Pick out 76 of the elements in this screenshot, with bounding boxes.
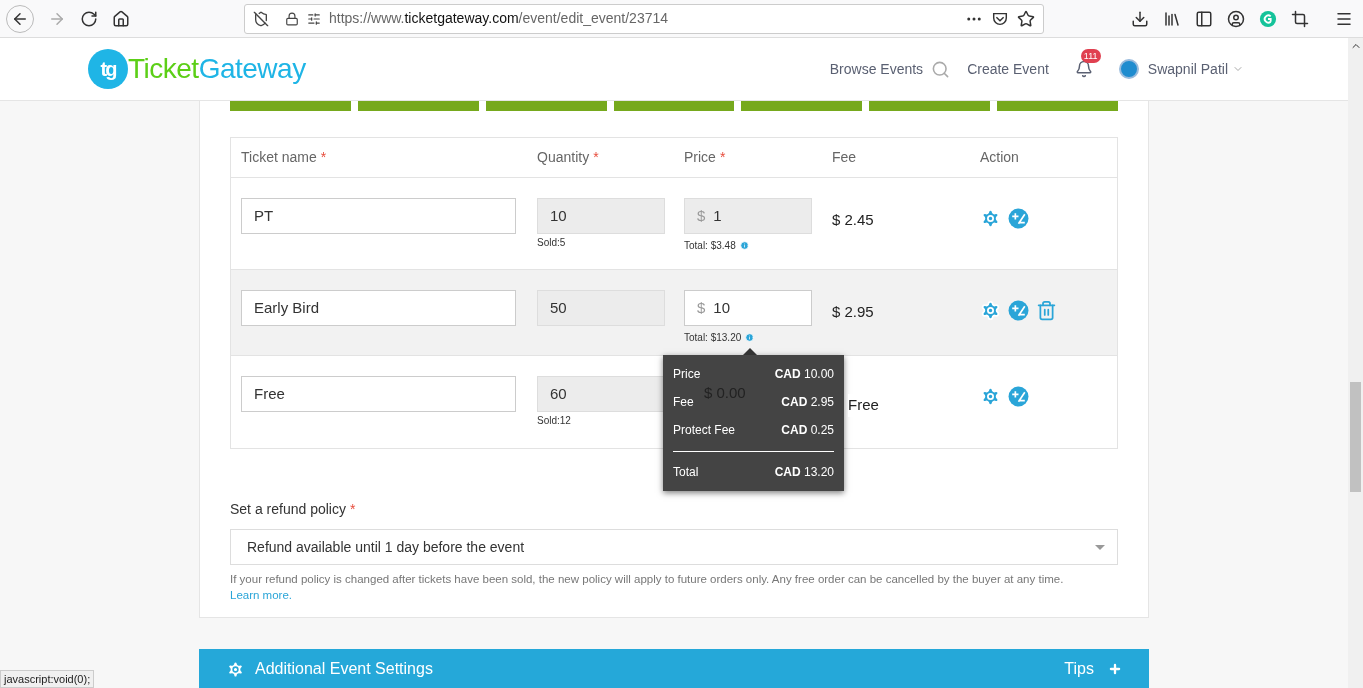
settings-icon[interactable] [980, 386, 1001, 407]
address-bar[interactable]: https://www.ticketgateway.com/event/edit_event/23714 [244, 3, 1044, 34]
account-icon[interactable] [1227, 9, 1245, 28]
required-asterisk: * [719, 149, 726, 165]
notification-badge: 111 [1080, 49, 1101, 63]
sold-count: Sold:12 [537, 414, 572, 428]
logo-mark: tg [88, 49, 128, 89]
breakdown-amount: CAD 13.20 [774, 464, 834, 481]
nav-link[interactable]: Browse Events [829, 58, 924, 80]
breakdown-label: Fee [673, 394, 694, 411]
breakdown-amount: CAD 2.95 [781, 394, 834, 411]
status-bar: javascript:void(0); [0, 670, 95, 688]
column-header: Quantity [537, 149, 590, 165]
dropdown-caret-icon [1095, 544, 1105, 550]
star-icon[interactable] [1017, 9, 1035, 28]
required-asterisk: * [349, 501, 356, 517]
settings-icon [226, 659, 245, 679]
required-asterisk: * [593, 149, 599, 165]
quantity-field[interactable]: 60 [537, 376, 665, 412]
price-value: 10 [713, 297, 731, 318]
settings-bar-title: Additional Event Settings [255, 659, 434, 679]
user-avatar[interactable] [1118, 59, 1139, 79]
settings-icon[interactable] [980, 300, 1001, 321]
home-icon[interactable] [112, 9, 130, 28]
column-header: Price [684, 149, 716, 165]
permissions-icon[interactable] [307, 11, 321, 26]
tips-label: Tips [1064, 659, 1094, 679]
info-icon[interactable] [745, 333, 755, 342]
ticket-name-field[interactable]: Early Bird [241, 290, 516, 326]
nav-link[interactable]: Create Event [967, 58, 1049, 80]
plus-minus-icon[interactable] [1008, 386, 1029, 407]
sidebar-icon[interactable] [1195, 9, 1213, 28]
breakdown-label: Price [673, 366, 701, 383]
required-asterisk: * [320, 149, 327, 165]
sold-count: Sold:5 [537, 236, 567, 250]
reload-icon[interactable] [80, 9, 98, 28]
fee-amount: $ 2.95 [832, 303, 874, 320]
settings-icon[interactable] [980, 208, 1001, 229]
breakdown-amount: CAD 10.00 [774, 366, 834, 383]
tooltip-arrow-icon [743, 348, 757, 355]
plus-icon [1108, 662, 1122, 676]
library-icon[interactable] [1163, 9, 1181, 28]
lock-icon [285, 11, 299, 26]
scrollbar-thumb[interactable] [1350, 382, 1361, 492]
quantity-field[interactable]: 10 [537, 198, 665, 234]
crop-icon[interactable] [1291, 9, 1309, 28]
currency-symbol: $ [697, 297, 706, 318]
column-header: Fee [832, 149, 857, 165]
price-field[interactable]: $ 10 [684, 290, 812, 326]
fee-amount: $ 2.45 [832, 211, 874, 228]
notification-bell-icon[interactable] [1074, 60, 1093, 78]
quantity-field[interactable]: 50 [537, 290, 665, 326]
column-header: Action [980, 149, 1019, 165]
user-menu[interactable]: Swapnil Patil [1147, 58, 1244, 80]
total-price: Total: $13.20 [684, 331, 742, 345]
breakdown-label: Protect Fee [673, 422, 736, 439]
download-icon[interactable] [1131, 9, 1149, 28]
plus-minus-icon[interactable] [1008, 300, 1029, 321]
refund-help-text: If your refund policy is changed after tickets have been sold, the new policy will apply to future orders only. Any free order can be cancelled by the buyer at any time. Learn more. [230, 572, 1065, 603]
tracking-shield-icon[interactable] [253, 10, 269, 27]
plus-minus-icon[interactable] [1008, 208, 1029, 229]
breakdown-amount: CAD 0.25 [781, 422, 834, 439]
currency-symbol: $ [697, 205, 706, 226]
info-icon[interactable] [739, 241, 749, 250]
url-text: https://www.ticketgateway.com/event/edit_event/23714 [329, 9, 670, 28]
column-header: Ticket name [241, 149, 317, 165]
total-price: Total: $3.48 [684, 239, 736, 253]
ticket-name-field[interactable]: Free [241, 376, 516, 412]
breakdown-label: Total [673, 464, 699, 481]
refund-label: Set a refund policy [230, 501, 346, 517]
trash-icon[interactable] [1036, 300, 1057, 321]
price-value: 1 [713, 205, 722, 226]
refund-policy-select[interactable]: Refund available until 1 day before the event [230, 529, 1118, 565]
search-icon[interactable] [931, 59, 951, 79]
extension-icon[interactable] [1259, 9, 1277, 28]
ticket-name-field[interactable]: PT [241, 198, 516, 234]
